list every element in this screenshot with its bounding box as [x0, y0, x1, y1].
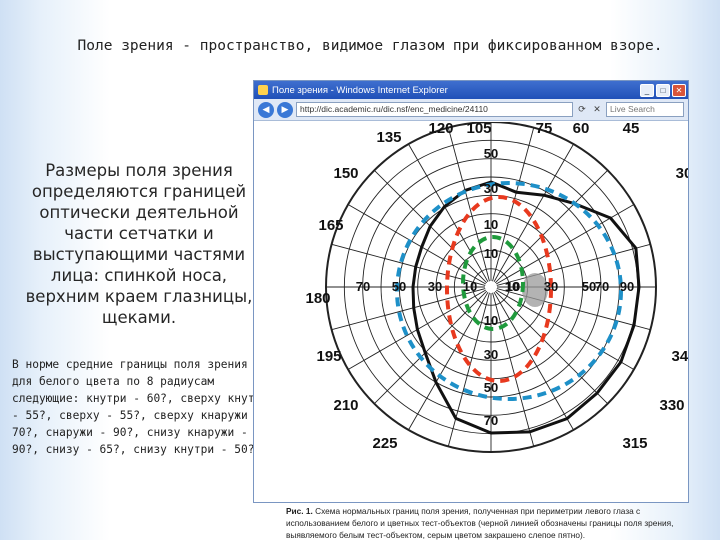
forward-button[interactable]: ▶: [277, 101, 293, 118]
caption-number: Рис. 1.: [286, 506, 313, 516]
slide-title: Поле зрения - пространство, видимое глаз…: [77, 38, 663, 54]
angle-label: 165: [318, 217, 343, 234]
ring-label: 50: [392, 279, 406, 294]
back-button[interactable]: ◀: [258, 101, 274, 118]
angle-label: 105: [466, 122, 491, 137]
ring-label: 30: [428, 279, 442, 294]
angle-label: 345: [671, 348, 688, 365]
ring-label: 10: [484, 246, 498, 261]
browser-title: Поле зрения - Windows Internet Explorer: [272, 84, 448, 96]
ring-label: 10: [484, 313, 498, 328]
ring-label: 50: [582, 279, 596, 294]
grid-spoke: [408, 291, 489, 431]
angle-label: 45: [623, 122, 640, 137]
search-input[interactable]: Live Search: [606, 102, 684, 117]
angle-label: 315: [622, 435, 647, 452]
ring-label: 30: [484, 181, 498, 196]
stop-icon[interactable]: ✕: [591, 104, 603, 116]
grid-spoke: [495, 204, 635, 285]
maximize-button[interactable]: □: [656, 83, 670, 97]
body-paragraph: В норме средние границы поля зрения для …: [12, 358, 268, 456]
ring-label: 10: [484, 217, 498, 232]
refresh-icon[interactable]: ⟳: [576, 104, 588, 116]
ie-icon: [258, 85, 268, 95]
grid-spoke: [495, 289, 635, 370]
ring-label: 10: [506, 279, 520, 294]
angle-label: 330: [659, 397, 684, 414]
page-content: 1351201057560451503016515180019534521033…: [254, 120, 705, 540]
angle-label: 120: [428, 122, 453, 137]
ring-label: 30: [484, 347, 498, 362]
field-contours: [395, 180, 641, 435]
ring-label: 10: [463, 279, 477, 294]
angle-label: 135: [376, 129, 401, 146]
ring-label: 70: [484, 413, 498, 428]
browser-titlebar: Поле зрения - Windows Internet Explorer …: [254, 81, 688, 99]
ring-label: 50: [484, 146, 498, 161]
angle-label: 75: [536, 122, 553, 137]
angle-label: 195: [316, 348, 341, 365]
ring-label: 90: [620, 279, 634, 294]
minimize-button[interactable]: _: [640, 83, 654, 97]
ring-label: 50: [484, 380, 498, 395]
lead-paragraph: Размеры поля зрения определяются границе…: [25, 161, 253, 327]
angle-label: 225: [372, 435, 397, 452]
figure-caption: Рис. 1. Схема нормальных границ поля зре…: [286, 505, 686, 540]
angle-label: 180: [305, 290, 330, 307]
angle-label: 150: [333, 165, 358, 182]
grid-spoke: [493, 143, 574, 283]
ring-label: 70: [595, 279, 609, 294]
url-field[interactable]: http://dic.academic.ru/dic.nsf/enc_medic…: [296, 102, 573, 117]
grid-spoke: [493, 291, 574, 431]
close-button[interactable]: ✕: [672, 83, 686, 97]
ring-label: 30: [544, 279, 558, 294]
ring-label: 70: [356, 279, 370, 294]
diagram-labels: 1351201057560451503016515180019534521033…: [305, 120, 705, 452]
browser-window: Поле зрения - Windows Internet Explorer …: [253, 80, 705, 540]
grid-spoke: [494, 170, 608, 284]
angle-label: 60: [573, 122, 590, 137]
perimetry-diagram: 1351201057560451503016515180019534521033…: [305, 120, 705, 453]
angle-label: 210: [333, 397, 358, 414]
address-bar: ◀ ▶ http://dic.academic.ru/dic.nsf/enc_m…: [254, 99, 688, 121]
angle-label: 30: [676, 165, 688, 182]
caption-text: Схема нормальных границ поля зрения, пол…: [286, 506, 674, 540]
